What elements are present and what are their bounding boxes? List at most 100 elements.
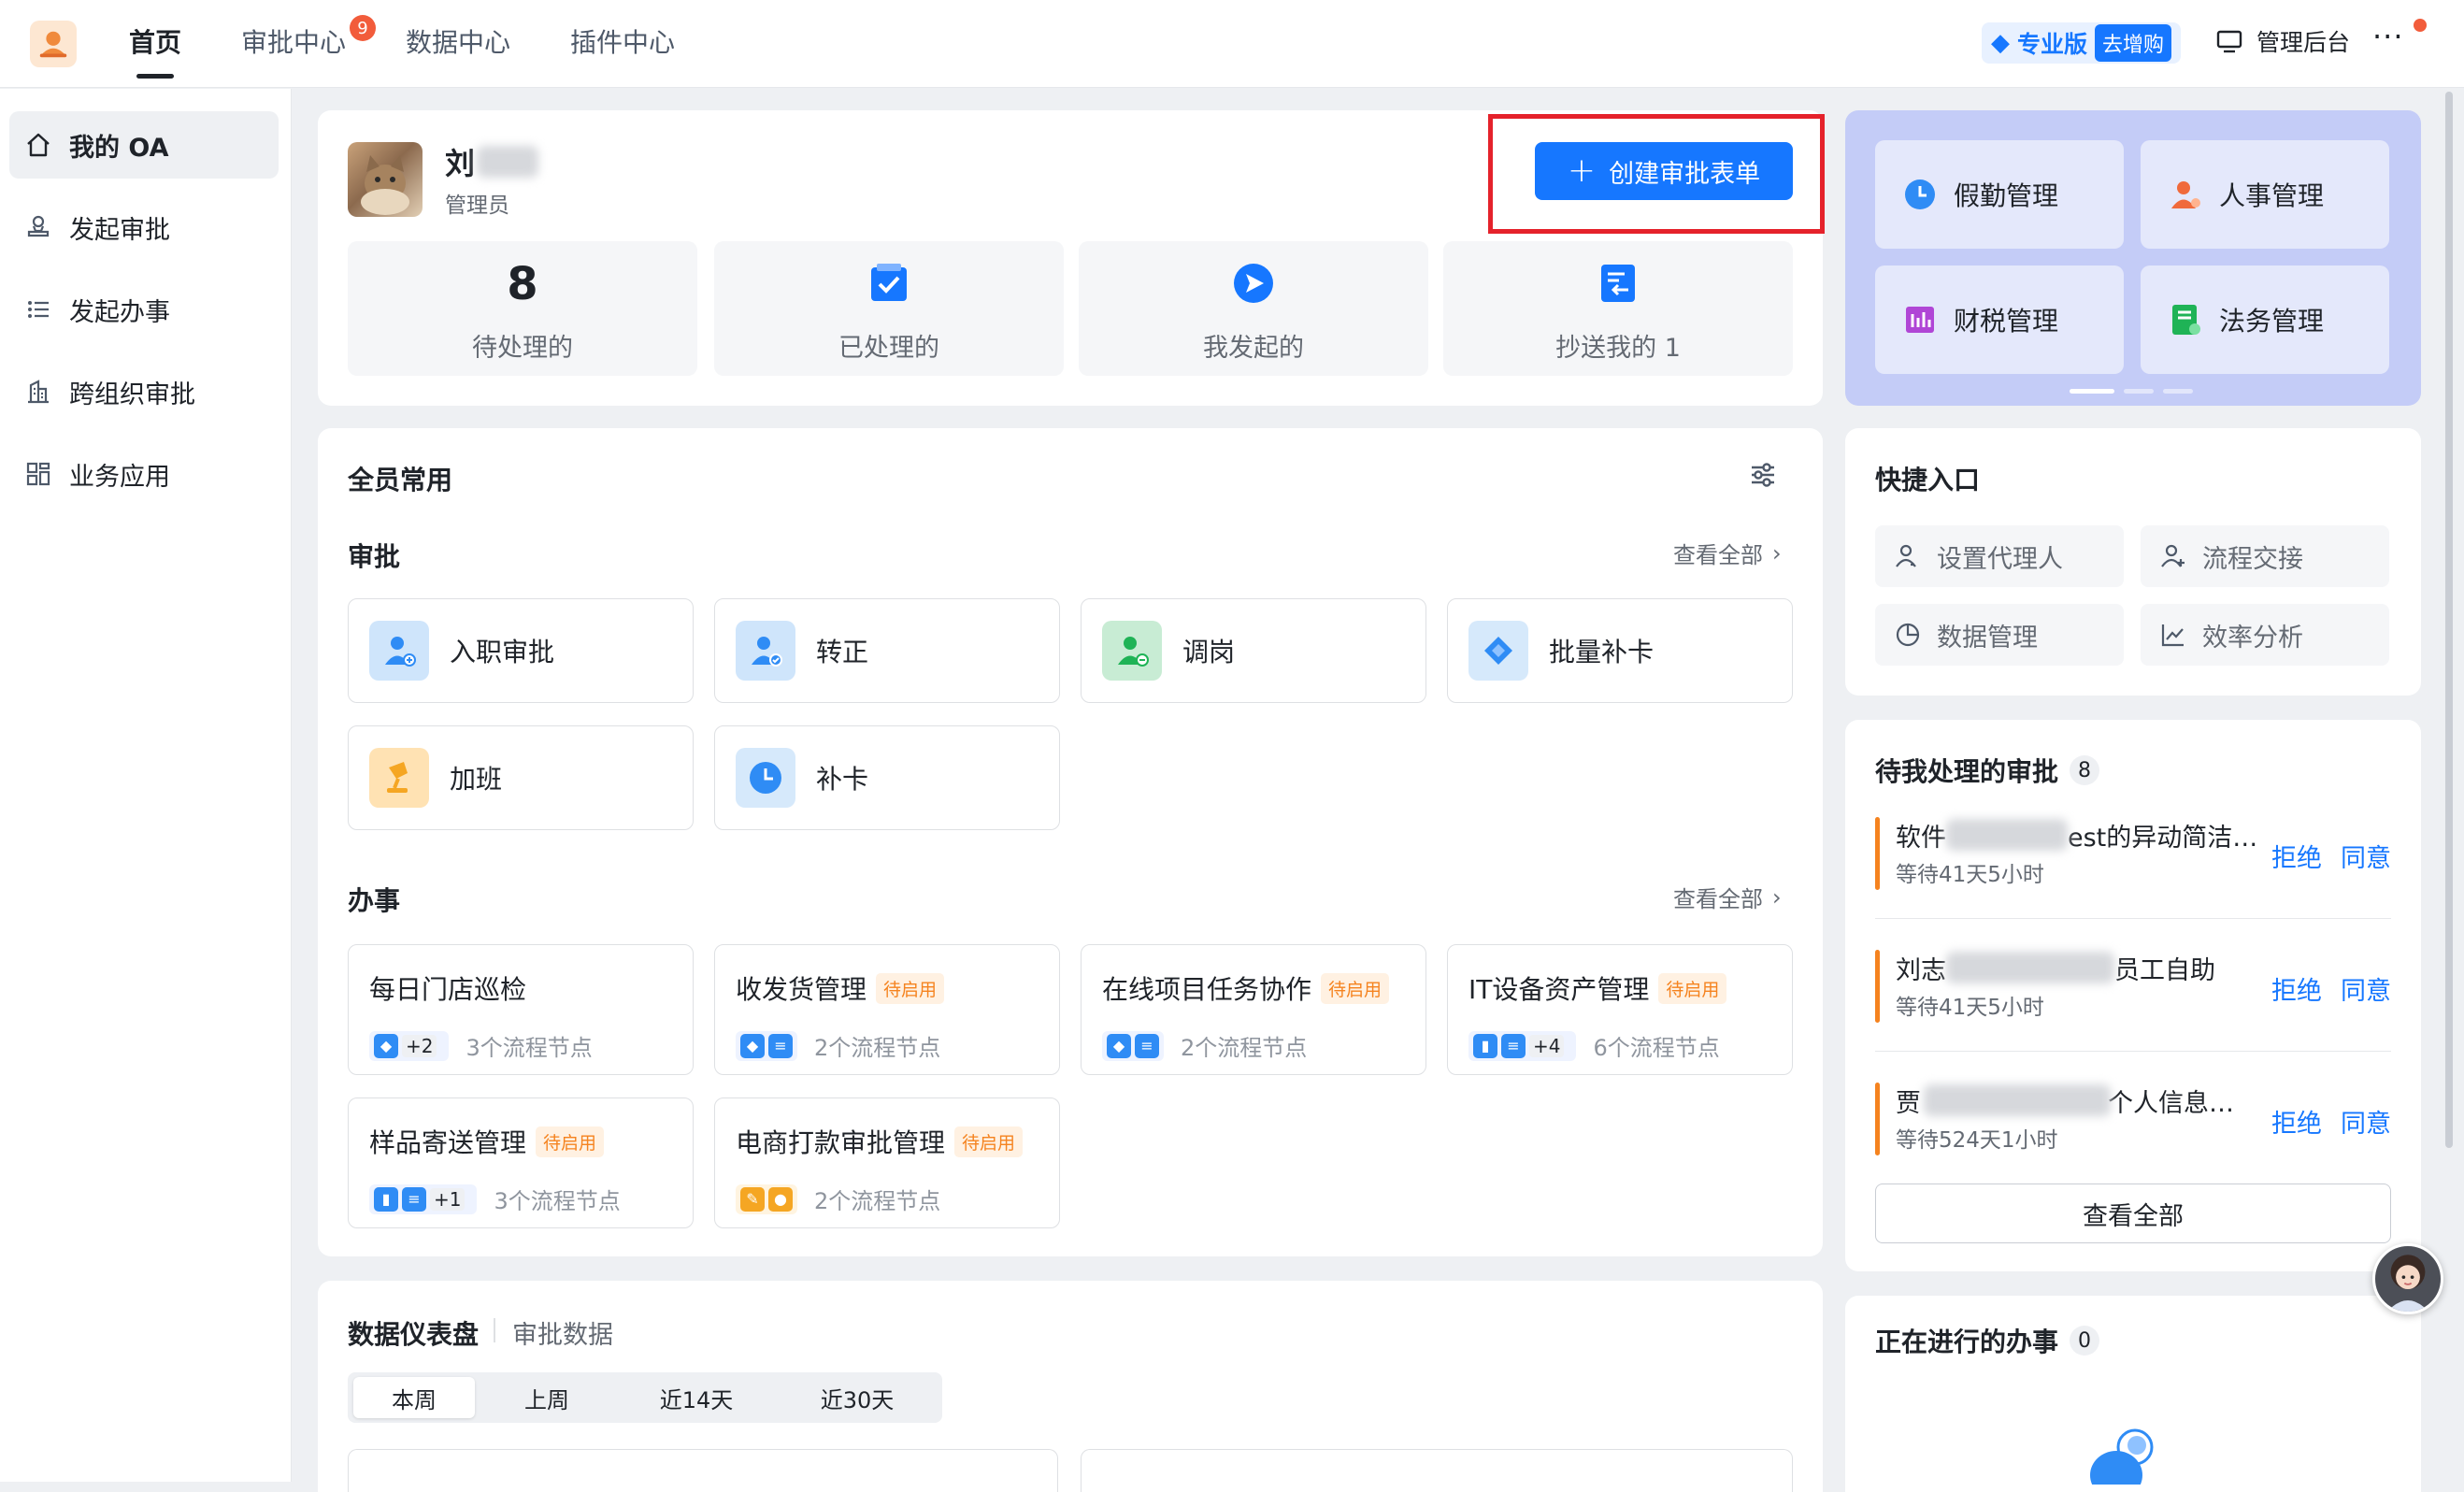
carousel-dot[interactable] xyxy=(2163,389,2193,394)
sidebar-item-cross-org[interactable]: 跨组织审批 xyxy=(9,358,279,425)
check-icon xyxy=(871,264,907,301)
agree-button[interactable]: 同意 xyxy=(2341,970,2391,1007)
chevron-right-icon: › xyxy=(1772,539,1782,567)
stat-processed-label: 已处理的 xyxy=(838,334,939,363)
period-selector: 本周 上周 近14天 近30天 xyxy=(348,1372,942,1423)
page-scrollbar[interactable] xyxy=(2445,92,2453,1148)
approval-center-badge: 9 xyxy=(350,15,376,41)
task-ecommerce-payment[interactable]: 电商打款审批管理 待启用 ✎ ● 2个流程节点 xyxy=(714,1097,1060,1228)
stat-initiated[interactable]: 我发起的 xyxy=(1079,241,1428,376)
more-menu-button[interactable]: ··· xyxy=(2372,19,2404,54)
tab-home[interactable]: 首页 xyxy=(129,22,181,79)
onboard-icon xyxy=(369,621,429,681)
finance-tax-management-label: 财税管理 xyxy=(1954,306,2059,337)
pro-edition-label: 专业版 xyxy=(2017,31,2088,58)
quick-data-management[interactable]: 数据管理 xyxy=(1875,604,2124,666)
cc-icon xyxy=(1601,265,1635,302)
task-node-count: 3个流程节点 xyxy=(466,1035,593,1061)
sidebar-item-start-approval[interactable]: 发起审批 xyxy=(9,194,279,261)
reject-button[interactable]: 拒绝 xyxy=(2271,838,2322,874)
apps-icon xyxy=(26,462,50,486)
todo-item[interactable]: 贾个人信息… 等待524天1小时 拒绝 同意 xyxy=(1875,1083,2391,1198)
todo-title-text: 待我处理的审批 xyxy=(1875,756,2059,787)
approval-transfer[interactable]: 调岗 xyxy=(1081,598,1426,703)
period-this-week[interactable]: 本周 xyxy=(353,1377,475,1418)
quick-efficiency-analysis[interactable]: 效率分析 xyxy=(2141,604,2389,666)
tab-plugin-center[interactable]: 插件中心 xyxy=(570,22,675,60)
sidebar-item-label: 我的 OA xyxy=(69,133,169,163)
pro-edition-tag[interactable]: ◆ 专业版 去增购 xyxy=(1982,22,2182,64)
app-logo[interactable] xyxy=(30,21,77,67)
home-icon xyxy=(27,133,50,157)
view-all-label: 查看全部 xyxy=(1673,542,1763,568)
assistant-avatar-button[interactable] xyxy=(2372,1243,2443,1314)
reject-button[interactable]: 拒绝 xyxy=(2271,970,2322,1007)
quick-handover[interactable]: 流程交接 xyxy=(2141,525,2389,587)
tasks-section-title: 办事 xyxy=(348,885,401,916)
extra-count: +1 xyxy=(430,1187,466,1211)
period-14-days[interactable]: 近14天 xyxy=(619,1377,774,1418)
tasks-view-all-link[interactable]: 查看全部 › xyxy=(1673,881,1782,913)
empty-state-illustration xyxy=(2090,1428,2154,1485)
tab-data-center[interactable]: 数据中心 xyxy=(406,22,510,60)
stat-pending[interactable]: 8 待处理的 xyxy=(348,241,697,376)
stat-panel xyxy=(1081,1449,1793,1492)
approval-regularization[interactable]: 转正 xyxy=(714,598,1060,703)
redacted-name xyxy=(477,146,538,178)
todo-view-all-button[interactable]: 查看全部 xyxy=(1875,1184,2391,1243)
period-30-days[interactable]: 近30天 xyxy=(778,1377,937,1418)
todo-item[interactable]: 软件 est的异动简洁… 等待41天5小时 拒绝 同意 xyxy=(1875,817,2391,933)
user-name: 刘 xyxy=(445,146,476,181)
hr-management[interactable]: 人事管理 xyxy=(2141,140,2389,249)
task-node-count: 2个流程节点 xyxy=(1181,1035,1308,1061)
stat-cc[interactable]: 抄送我的 1 xyxy=(1443,241,1793,376)
approval-view-all-link[interactable]: 查看全部 › xyxy=(1673,537,1782,569)
note-mini-icon: ✎ xyxy=(740,1186,765,1212)
chevron-right-icon: › xyxy=(1772,883,1782,911)
batch-card-icon xyxy=(1468,621,1528,681)
tab-approval-center[interactable]: 审批中心 xyxy=(241,22,346,60)
task-node-count: 2个流程节点 xyxy=(814,1188,941,1214)
attendance-management[interactable]: 假勤管理 xyxy=(1875,140,2124,249)
todo-item-accent xyxy=(1875,817,1880,890)
task-project-collab[interactable]: 在线项目任务协作 待启用 ◆ ≡ 2个流程节点 xyxy=(1081,944,1426,1075)
sidebar-item-my-oa[interactable]: 我的 OA xyxy=(9,111,279,179)
dashboard-subtitle-tab[interactable]: 审批数据 xyxy=(512,1314,613,1351)
period-last-week[interactable]: 上周 xyxy=(479,1377,615,1418)
task-node-count: 3个流程节点 xyxy=(494,1188,621,1214)
agree-button[interactable]: 同意 xyxy=(2341,1103,2391,1140)
task-sample-shipping[interactable]: 样品寄送管理 待启用 ▮ ≡ +1 3个流程节点 xyxy=(348,1097,694,1228)
todo-item-wait: 等待41天5小时 xyxy=(1896,996,2044,1020)
agree-button[interactable]: 同意 xyxy=(2341,838,2391,874)
approval-batch-card[interactable]: 批量补卡 xyxy=(1447,598,1793,703)
sidebar-item-business-apps[interactable]: 业务应用 xyxy=(9,440,279,508)
assistant-avatar-icon xyxy=(2386,1255,2429,1312)
divider xyxy=(1875,1051,2391,1052)
admin-console-link[interactable]: 管理后台 xyxy=(2215,24,2350,58)
quick-set-proxy[interactable]: 设置代理人 xyxy=(1875,525,2124,587)
finance-tax-management[interactable]: 财税管理 xyxy=(1875,265,2124,374)
carousel-dot-active[interactable] xyxy=(2070,389,2114,394)
task-shipping-management[interactable]: 收发货管理 待启用 ◆ ≡ 2个流程节点 xyxy=(714,944,1060,1075)
dashboard-title: 数据仪表盘 xyxy=(348,1319,480,1350)
legal-management[interactable]: 法务管理 xyxy=(2141,265,2389,374)
pending-tag: 待启用 xyxy=(954,1126,1024,1157)
upgrade-button[interactable]: 去增购 xyxy=(2095,24,2172,62)
task-store-inspection[interactable]: 每日门店巡检 ◆ +2 3个流程节点 xyxy=(348,944,694,1075)
task-it-asset[interactable]: IT设备资产管理 待启用 ▮ ≡ +4 6个流程节点 xyxy=(1447,944,1793,1075)
settings-sliders-icon[interactable] xyxy=(1748,460,1778,490)
management-banner: 假勤管理 人事管理 财税管理 法务管理 xyxy=(1845,110,2421,406)
todo-item[interactable]: 刘志 员工自助 等待41天5小时 拒绝 同意 xyxy=(1875,950,2391,1066)
form-mini-icon: ≡ xyxy=(1501,1033,1526,1058)
approval-label: 补卡 xyxy=(816,764,869,795)
approval-card-supplement[interactable]: 补卡 xyxy=(714,725,1060,830)
carousel-dot[interactable] xyxy=(2124,389,2154,394)
building-icon xyxy=(28,380,49,404)
stat-processed[interactable]: 已处理的 xyxy=(714,241,1064,376)
approval-overtime[interactable]: 加班 xyxy=(348,725,694,830)
sidebar-item-start-task[interactable]: 发起办事 xyxy=(9,276,279,343)
reject-button[interactable]: 拒绝 xyxy=(2271,1103,2322,1140)
avatar[interactable] xyxy=(348,142,423,217)
divider xyxy=(1875,918,2391,919)
approval-onboarding[interactable]: 入职审批 xyxy=(348,598,694,703)
